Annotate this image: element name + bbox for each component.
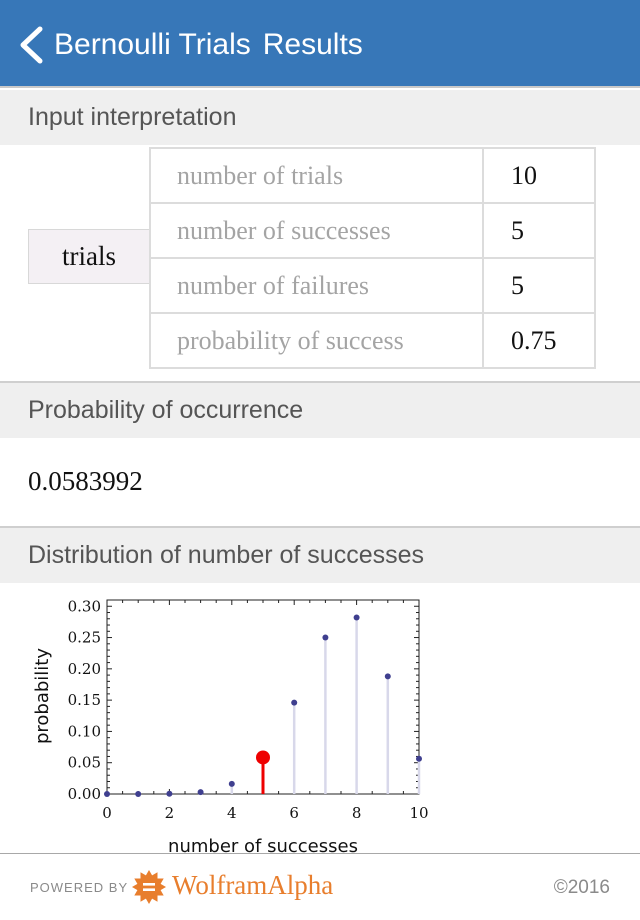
table-row: probability of success 0.75 [149,312,596,369]
x-tick-label: 2 [165,804,175,822]
footer-divider [0,853,640,854]
data-point [228,780,235,787]
data-point [197,789,204,796]
y-axis-label: probability [32,648,53,744]
page-title: Bernoulli Trials Results [54,26,363,64]
param-label: number of failures [149,257,484,314]
distribution-chart: 0 2 4 6 8 10 0.00 0.05 0.10 0.15 0.20 0.25 0.30 numb… [32,597,429,853]
data-point [291,699,298,706]
section-header-input: Input interpretation [0,90,640,145]
x-axis-label: number of successes [168,836,358,853]
x-tick-label: 0 [102,804,112,822]
param-value: 5 [482,257,596,314]
y-tick-label: 0.15 [68,691,101,709]
table-row: number of failures 5 [149,257,596,314]
data-point [353,614,360,621]
input-entity: trials [28,229,150,284]
y-tick-label: 0.20 [68,660,101,678]
data-point [322,634,329,641]
table-row: number of trials 10 [149,147,596,204]
x-tick-label: 8 [352,804,362,822]
section-header-probability: Probability of occurrence [0,383,640,438]
navigation-bar: Bernoulli Trials Results [0,0,640,88]
data-point [416,755,422,762]
table-row: number of successes 5 [149,202,596,259]
data-point [104,790,110,797]
probability-value: 0.0583992 [28,466,143,496]
data-point [166,790,173,797]
data-point [135,790,142,797]
param-label: number of trials [149,147,484,204]
param-value: 0.75 [482,312,596,369]
title-results: Results [262,28,363,61]
y-tick-label: 0.25 [68,629,101,647]
copyright: ©2016 [553,877,610,898]
title-main: Bernoulli Trials [54,28,251,61]
param-value: 5 [482,202,596,259]
powered-by-label: POWERED BY [30,880,129,895]
y-tick-label: 0.30 [68,597,101,615]
highlighted-point [256,750,270,765]
input-parameters-table: number of trials 10 number of successes 5 … [149,147,596,369]
y-tick-label: 0.00 [68,785,101,803]
data-point [384,673,391,680]
y-tick-label: 0.10 [68,722,101,740]
wolframalpha-brand[interactable]: WolframAlpha [172,870,333,901]
x-tick-label: 4 [227,804,237,822]
section-header-distribution: Distribution of number of successes [0,528,640,583]
param-value: 10 [482,147,596,204]
param-label: probability of success [149,312,484,369]
param-label: number of successes [149,202,484,259]
x-tick-label: 6 [289,804,299,822]
x-tick-label: 10 [409,804,428,822]
y-tick-label: 0.05 [68,754,101,772]
chevron-left-icon[interactable] [14,26,48,64]
wolframalpha-logo-icon[interactable] [132,870,166,904]
